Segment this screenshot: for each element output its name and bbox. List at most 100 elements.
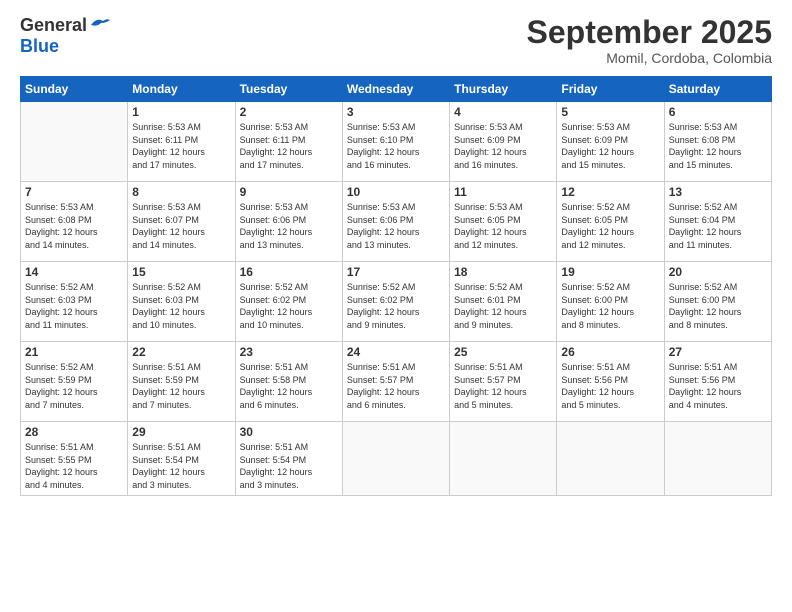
day-info: Sunrise: 5:53 AMSunset: 6:06 PMDaylight:… [240,201,338,251]
calendar-cell: 18 Sunrise: 5:52 AMSunset: 6:01 PMDayligh… [450,262,557,342]
day-number: 7 [25,185,123,199]
calendar-week-row: 1 Sunrise: 5:53 AMSunset: 6:11 PMDaylight… [21,102,772,182]
day-number: 17 [347,265,445,279]
calendar-cell: 5 Sunrise: 5:53 AMSunset: 6:09 PMDaylight… [557,102,664,182]
calendar-cell: 16 Sunrise: 5:52 AMSunset: 6:02 PMDayligh… [235,262,342,342]
day-number: 26 [561,345,659,359]
calendar-cell: 17Sunrise: 5:52 AMSunset: 6:02 PMDayligh… [342,262,449,342]
page-header: General Blue September 2025 Momil, Cordo… [20,15,772,66]
calendar-week-row: 28 Sunrise: 5:51 AMSunset: 5:55 PMDayligh… [21,422,772,495]
day-info: Sunrise: 5:53 AMSunset: 6:11 PMDaylight:… [240,121,338,171]
day-info: Sunrise: 5:52 AMSunset: 6:00 PMDaylight:… [669,281,767,331]
day-number: 10 [347,185,445,199]
day-number: 28 [25,425,123,439]
logo-general-text: General [20,15,87,36]
calendar-table: SundayMondayTuesdayWednesdayThursdayFrid… [20,76,772,495]
calendar-cell: 27 Sunrise: 5:51 AMSunset: 5:56 PMDayligh… [664,342,771,422]
day-number: 9 [240,185,338,199]
calendar-week-row: 21 Sunrise: 5:52 AMSunset: 5:59 PMDayligh… [21,342,772,422]
calendar-cell: 9 Sunrise: 5:53 AMSunset: 6:06 PMDaylight… [235,182,342,262]
calendar-header-row: SundayMondayTuesdayWednesdayThursdayFrid… [21,77,772,102]
calendar-week-row: 7 Sunrise: 5:53 AMSunset: 6:08 PMDaylight… [21,182,772,262]
day-info: Sunrise: 5:51 AMSunset: 5:55 PMDaylight:… [25,441,123,491]
day-number: 14 [25,265,123,279]
day-number: 1 [132,105,230,119]
calendar-cell: 30Sunrise: 5:51 AMSunset: 5:54 PMDayligh… [235,422,342,495]
day-info: Sunrise: 5:51 AMSunset: 5:54 PMDaylight:… [132,441,230,491]
day-info: Sunrise: 5:53 AMSunset: 6:10 PMDaylight:… [347,121,445,171]
day-info: Sunrise: 5:51 AMSunset: 5:56 PMDaylight:… [561,361,659,411]
calendar-cell: 12 Sunrise: 5:52 AMSunset: 6:05 PMDayligh… [557,182,664,262]
logo: General Blue [20,15,111,57]
day-info: Sunrise: 5:52 AMSunset: 6:05 PMDaylight:… [561,201,659,251]
day-info: Sunrise: 5:53 AMSunset: 6:11 PMDaylight:… [132,121,230,171]
day-number: 24 [347,345,445,359]
day-info: Sunrise: 5:53 AMSunset: 6:07 PMDaylight:… [132,201,230,251]
day-number: 8 [132,185,230,199]
day-info: Sunrise: 5:52 AMSunset: 6:00 PMDaylight:… [561,281,659,331]
day-info: Sunrise: 5:51 AMSunset: 5:57 PMDaylight:… [347,361,445,411]
calendar-cell: 24 Sunrise: 5:51 AMSunset: 5:57 PMDayligh… [342,342,449,422]
calendar-cell [557,422,664,495]
day-of-week-header: Sunday [21,77,128,102]
day-info: Sunrise: 5:52 AMSunset: 6:02 PMDaylight:… [240,281,338,331]
calendar-cell [664,422,771,495]
day-info: Sunrise: 5:51 AMSunset: 5:56 PMDaylight:… [669,361,767,411]
calendar-cell: 14Sunrise: 5:52 AMSunset: 6:03 PMDayligh… [21,262,128,342]
day-info: Sunrise: 5:51 AMSunset: 5:57 PMDaylight:… [454,361,552,411]
day-number: 12 [561,185,659,199]
day-info: Sunrise: 5:53 AMSunset: 6:09 PMDaylight:… [561,121,659,171]
calendar-cell: 28 Sunrise: 5:51 AMSunset: 5:55 PMDayligh… [21,422,128,495]
calendar-cell: 20 Sunrise: 5:52 AMSunset: 6:00 PMDayligh… [664,262,771,342]
day-info: Sunrise: 5:53 AMSunset: 6:05 PMDaylight:… [454,201,552,251]
logo-blue-text: Blue [20,36,59,57]
calendar-cell: 15 Sunrise: 5:52 AMSunset: 6:03 PMDayligh… [128,262,235,342]
day-number: 25 [454,345,552,359]
day-info: Sunrise: 5:51 AMSunset: 5:54 PMDaylight:… [240,441,338,491]
day-info: Sunrise: 5:53 AMSunset: 6:09 PMDaylight:… [454,121,552,171]
day-number: 15 [132,265,230,279]
day-number: 21 [25,345,123,359]
day-of-week-header: Saturday [664,77,771,102]
day-info: Sunrise: 5:52 AMSunset: 6:01 PMDaylight:… [454,281,552,331]
day-number: 5 [561,105,659,119]
day-number: 27 [669,345,767,359]
day-number: 23 [240,345,338,359]
day-number: 18 [454,265,552,279]
day-number: 3 [347,105,445,119]
day-info: Sunrise: 5:51 AMSunset: 5:58 PMDaylight:… [240,361,338,411]
day-number: 4 [454,105,552,119]
day-number: 20 [669,265,767,279]
calendar-cell: 11 Sunrise: 5:53 AMSunset: 6:05 PMDayligh… [450,182,557,262]
calendar-week-row: 14 Sunrise: 5:52 AMSunset: 6:03 PMDayligh… [21,262,772,342]
day-of-week-header: Monday [128,77,235,102]
calendar-cell: 6 Sunrise: 5:53 AMSunset: 6:08 PMDaylight… [664,102,771,182]
calendar-cell: 23 Sunrise: 5:51 AMSunset: 5:58 PMDayligh… [235,342,342,422]
calendar-cell: 25 Sunrise: 5:51 AMSunset: 5:57 PMDayligh… [450,342,557,422]
day-info: Sunrise: 5:53 AMSunset: 6:08 PMDaylight:… [25,201,123,251]
day-of-week-header: Wednesday [342,77,449,102]
calendar-cell: 7 Sunrise: 5:53 AMSunset: 6:08 PMDaylight… [21,182,128,262]
calendar-cell: 4 Sunrise: 5:53 AMSunset: 6:09 PMDaylight… [450,102,557,182]
day-info: Sunrise: 5:52 AMSunset: 6:03 PMDaylight:… [132,281,230,331]
calendar-cell: 13Sunrise: 5:52 AMSunset: 6:04 PMDayligh… [664,182,771,262]
day-number: 19 [561,265,659,279]
month-title: September 2025 [527,15,772,50]
day-number: 29 [132,425,230,439]
day-number: 2 [240,105,338,119]
day-number: 6 [669,105,767,119]
day-info: Sunrise: 5:52 AMSunset: 5:59 PMDaylight:… [25,361,123,411]
logo-bird-icon [89,15,111,36]
calendar-cell: 3 Sunrise: 5:53 AMSunset: 6:10 PMDaylight… [342,102,449,182]
day-of-week-header: Tuesday [235,77,342,102]
title-block: September 2025 Momil, Cordoba, Colombia [527,15,772,66]
calendar-cell: 26 Sunrise: 5:51 AMSunset: 5:56 PMDayligh… [557,342,664,422]
day-number: 11 [454,185,552,199]
calendar-cell [342,422,449,495]
day-info: Sunrise: 5:53 AMSunset: 6:08 PMDaylight:… [669,121,767,171]
day-number: 16 [240,265,338,279]
calendar-cell [21,102,128,182]
location-text: Momil, Cordoba, Colombia [527,50,772,66]
day-number: 22 [132,345,230,359]
calendar-cell: 29 Sunrise: 5:51 AMSunset: 5:54 PMDayligh… [128,422,235,495]
